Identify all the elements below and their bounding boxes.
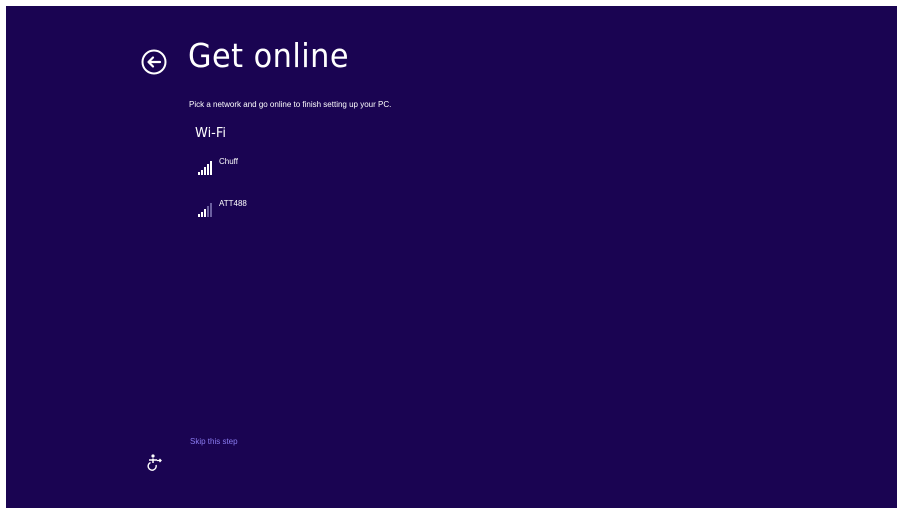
back-button[interactable]: [140, 48, 168, 76]
network-name: Chuff: [219, 157, 238, 166]
network-item-chuff[interactable]: Chuff: [198, 157, 338, 181]
wifi-heading: Wi-Fi: [195, 126, 227, 141]
ease-of-access-button[interactable]: [145, 453, 163, 471]
back-arrow-icon: [141, 49, 167, 75]
wifi-signal-icon: [198, 201, 216, 217]
wifi-signal-icon: [198, 159, 216, 175]
page-title: Get online: [188, 36, 349, 75]
network-item-att488[interactable]: ATT488: [198, 199, 338, 223]
page-subtitle: Pick a network and go online to finish s…: [189, 100, 392, 109]
ease-of-access-icon: [147, 454, 162, 471]
network-name: ATT488: [219, 199, 247, 208]
setup-screen: Get online Pick a network and go online …: [6, 6, 897, 508]
skip-step-link[interactable]: Skip this step: [190, 437, 238, 446]
